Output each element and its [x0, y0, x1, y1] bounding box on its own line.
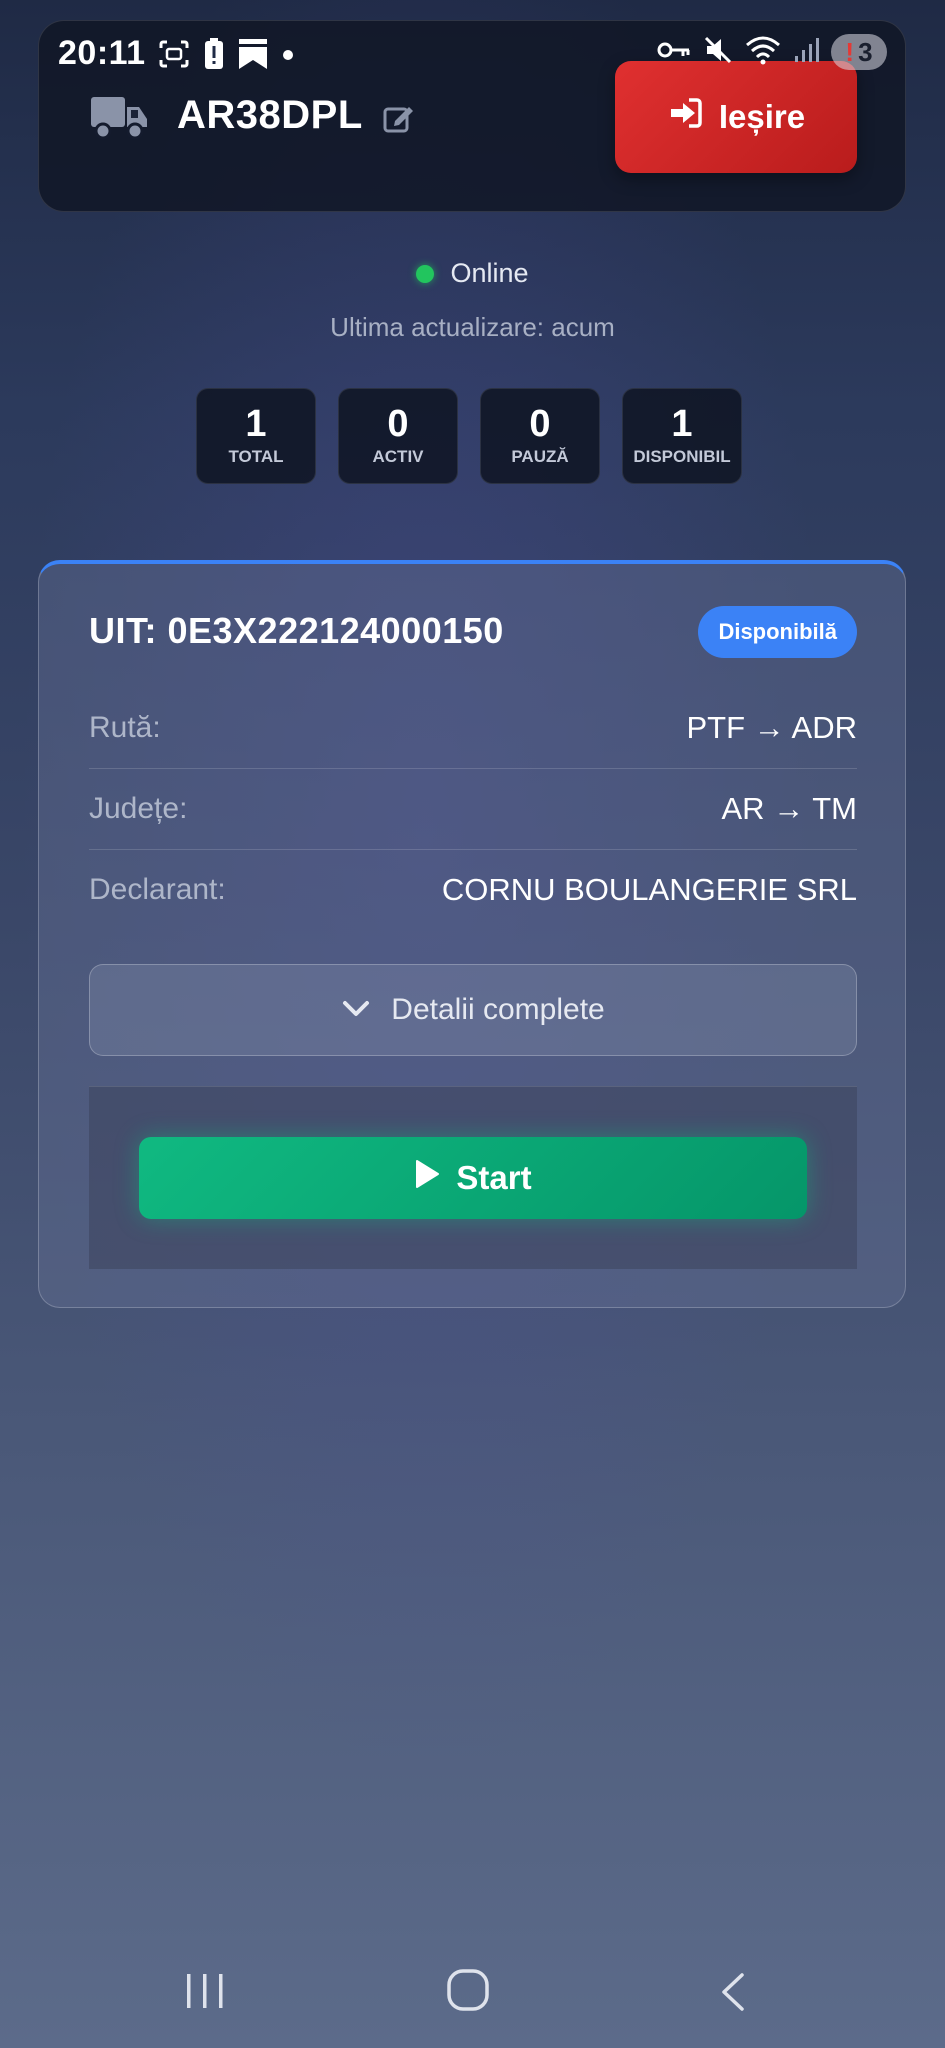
- alert-icon: !: [845, 36, 855, 67]
- chevron-down-icon: [341, 993, 371, 1027]
- notification-count: 3: [858, 36, 873, 67]
- stat-label: PAUZĂ: [511, 447, 569, 466]
- status-time: 20:11: [58, 34, 146, 72]
- online-label: Online: [450, 258, 529, 288]
- start-label: Start: [456, 1159, 532, 1196]
- stat-value: 1: [245, 403, 267, 445]
- stat-total: 1 TOTAL: [196, 388, 316, 484]
- stat-paused: 0 PAUZĂ: [480, 388, 600, 484]
- screenshot-icon: [158, 39, 190, 74]
- transport-card: UIT: 0E3X222124000150 Disponibilă Rută: …: [38, 560, 906, 1308]
- counties-label: Județe:: [89, 792, 188, 825]
- signal-icon: [793, 36, 819, 69]
- truck-icon: [89, 93, 149, 146]
- status-bar: 20:11 ! 3: [0, 30, 945, 80]
- stat-value: 0: [387, 403, 409, 445]
- edit-plate-icon[interactable]: [383, 103, 415, 138]
- sign-out-icon: [667, 97, 703, 137]
- back-icon[interactable]: [718, 1972, 748, 2017]
- stat-value: 0: [529, 403, 551, 445]
- details-toggle-button[interactable]: Detalii complete: [89, 964, 857, 1056]
- bookmark-icon: [238, 38, 268, 75]
- stat-available: 1 DISPONIBIL: [622, 388, 742, 484]
- notification-badge: ! 3: [831, 34, 887, 70]
- stat-label: TOTAL: [228, 447, 284, 466]
- action-area: Start: [89, 1086, 857, 1269]
- route-label: Rută:: [89, 711, 161, 744]
- play-icon: [414, 1159, 440, 1197]
- stats-row: 1 TOTAL 0 ACTIV 0 PAUZĂ 1 DISPONIBIL: [196, 388, 742, 484]
- stat-label: DISPONIBIL: [633, 447, 731, 466]
- declarant-label: Declarant:: [89, 873, 226, 906]
- connection-status: Online: [0, 258, 945, 289]
- uit-code: UIT: 0E3X222124000150: [89, 610, 504, 651]
- key-icon: [657, 39, 691, 66]
- exit-label: Ieșire: [718, 98, 806, 135]
- battery-alert-icon: [204, 38, 224, 75]
- counties-value: AR → TM: [721, 791, 858, 826]
- route-value: PTF → ADR: [686, 710, 857, 745]
- counties-row: Județe: AR → TM: [89, 769, 857, 850]
- stat-value: 1: [671, 403, 693, 445]
- route-row: Rută: PTF → ADR: [89, 688, 857, 769]
- dot-icon: [282, 48, 294, 66]
- recent-apps-icon[interactable]: [185, 1972, 225, 2015]
- details-label: Detalii complete: [391, 993, 605, 1026]
- start-button[interactable]: Start: [139, 1137, 807, 1219]
- status-badge: Disponibilă: [698, 606, 857, 658]
- vehicle-plate: AR38DPL: [177, 93, 363, 137]
- home-icon[interactable]: [446, 1968, 490, 2017]
- stat-label: ACTIV: [372, 447, 424, 466]
- stat-active: 0 ACTIV: [338, 388, 458, 484]
- declarant-value: CORNU BOULANGERIE SRL: [441, 872, 857, 907]
- system-nav-bar: [0, 1950, 945, 2030]
- wifi-icon: [745, 35, 781, 70]
- mute-icon: [703, 35, 733, 70]
- online-indicator: [416, 264, 435, 283]
- declarant-row: Declarant: CORNU BOULANGERIE SRL: [89, 850, 857, 930]
- last-update-text: Ultima actualizare: acum: [330, 312, 615, 342]
